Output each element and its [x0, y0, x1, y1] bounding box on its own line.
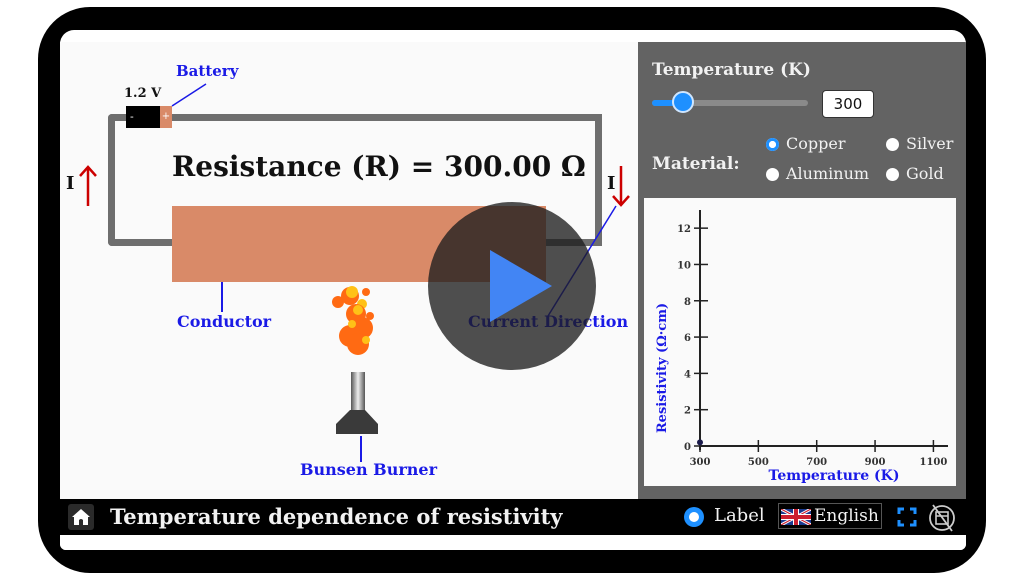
- radio-silver-indicator: [886, 138, 899, 151]
- controls-panel: Temperature (K) 300 Material: Copper Sil…: [638, 42, 966, 499]
- battery-negative: -: [126, 106, 160, 128]
- x-tick-label: 700: [806, 457, 827, 468]
- battery-pointer-line: [171, 83, 207, 107]
- play-overlay-button[interactable]: [428, 202, 596, 370]
- resistivity-graph: 300 500 700 900 1100 0 2 4 6 8 10 12 Temperature (K)…: [644, 198, 956, 486]
- temperature-slider-thumb[interactable]: [672, 91, 695, 113]
- fullscreen-icon[interactable]: [896, 506, 918, 528]
- radio-copper-label: Copper: [786, 134, 846, 153]
- play-icon: [490, 250, 552, 322]
- x-axis-title: Temperature (K): [769, 468, 900, 484]
- y-tick-label: 10: [677, 260, 691, 271]
- radio-silver-label: Silver: [906, 134, 954, 153]
- radio-copper-indicator: [766, 138, 779, 151]
- resistance-readout: Resistance (R) = 300.00 Ω: [172, 150, 586, 183]
- current-arrow-up-icon: [79, 165, 97, 206]
- y-tick-label: 12: [677, 224, 691, 235]
- material-label: Material:: [652, 154, 740, 174]
- burner-pointer-line: [360, 436, 362, 462]
- radio-gold-indicator: [886, 168, 899, 181]
- data-point: [697, 439, 703, 446]
- language-label: English: [814, 506, 879, 526]
- y-tick-label: 4: [684, 369, 691, 380]
- x-tick-label: 900: [865, 457, 886, 468]
- circuit-panel: 1.2 V - + Battery Resistance (R) = 300.0…: [60, 42, 638, 499]
- bottom-toolbar: Temperature dependence of resistivity La…: [60, 499, 966, 535]
- resistivity-chart: 300 500 700 900 1100 0 2 4 6 8 10 12 Temperature (K)…: [655, 210, 948, 484]
- radio-aluminum-indicator: [766, 168, 779, 181]
- x-tick-label: 300: [690, 457, 711, 468]
- home-button[interactable]: [68, 504, 94, 530]
- current-symbol-left: I: [66, 173, 75, 194]
- wire-bottom-left: [108, 239, 178, 246]
- app-screen: 1.2 V - + Battery Resistance (R) = 300.0…: [60, 30, 966, 550]
- y-tick-label: 8: [684, 297, 691, 308]
- temperature-label: Temperature (K): [652, 60, 811, 80]
- home-icon: [72, 509, 90, 525]
- temperature-input[interactable]: 300: [822, 90, 874, 118]
- x-tick-label: 500: [748, 457, 769, 468]
- language-selector[interactable]: English: [778, 503, 882, 529]
- radio-gold-label: Gold: [906, 164, 944, 183]
- uk-flag-icon: [781, 509, 811, 525]
- y-tick-label: 2: [684, 406, 691, 417]
- label-toggle-indicator: [684, 507, 704, 527]
- simulation-area: 1.2 V - + Battery Resistance (R) = 300.0…: [60, 42, 966, 499]
- bottom-bezel-strip: [60, 535, 966, 550]
- conductor-pointer-line: [221, 282, 223, 312]
- conductor-label: Conductor: [177, 312, 272, 331]
- bunsen-burner-label: Bunsen Burner: [300, 460, 438, 479]
- y-tick-label: 0: [684, 442, 691, 453]
- temperature-slider[interactable]: [652, 91, 808, 113]
- y-tick-label: 6: [684, 333, 691, 344]
- battery-label: Battery: [176, 62, 239, 80]
- radio-aluminum-label: Aluminum: [786, 164, 870, 183]
- app-title: Temperature dependence of resistivity: [110, 504, 563, 529]
- flame-icon: [332, 286, 374, 355]
- x-tick-label: 1100: [919, 457, 947, 468]
- wire-top: [108, 114, 602, 121]
- label-toggle-text: Label: [714, 505, 765, 526]
- calculator-disabled-icon[interactable]: [926, 502, 958, 532]
- bunsen-burner-icon: [336, 372, 378, 434]
- battery-voltage-label: 1.2 V: [124, 86, 162, 101]
- wire-left: [108, 114, 115, 246]
- battery: - +: [126, 106, 172, 128]
- y-axis-title: Resistivity (Ω·cm): [655, 303, 670, 433]
